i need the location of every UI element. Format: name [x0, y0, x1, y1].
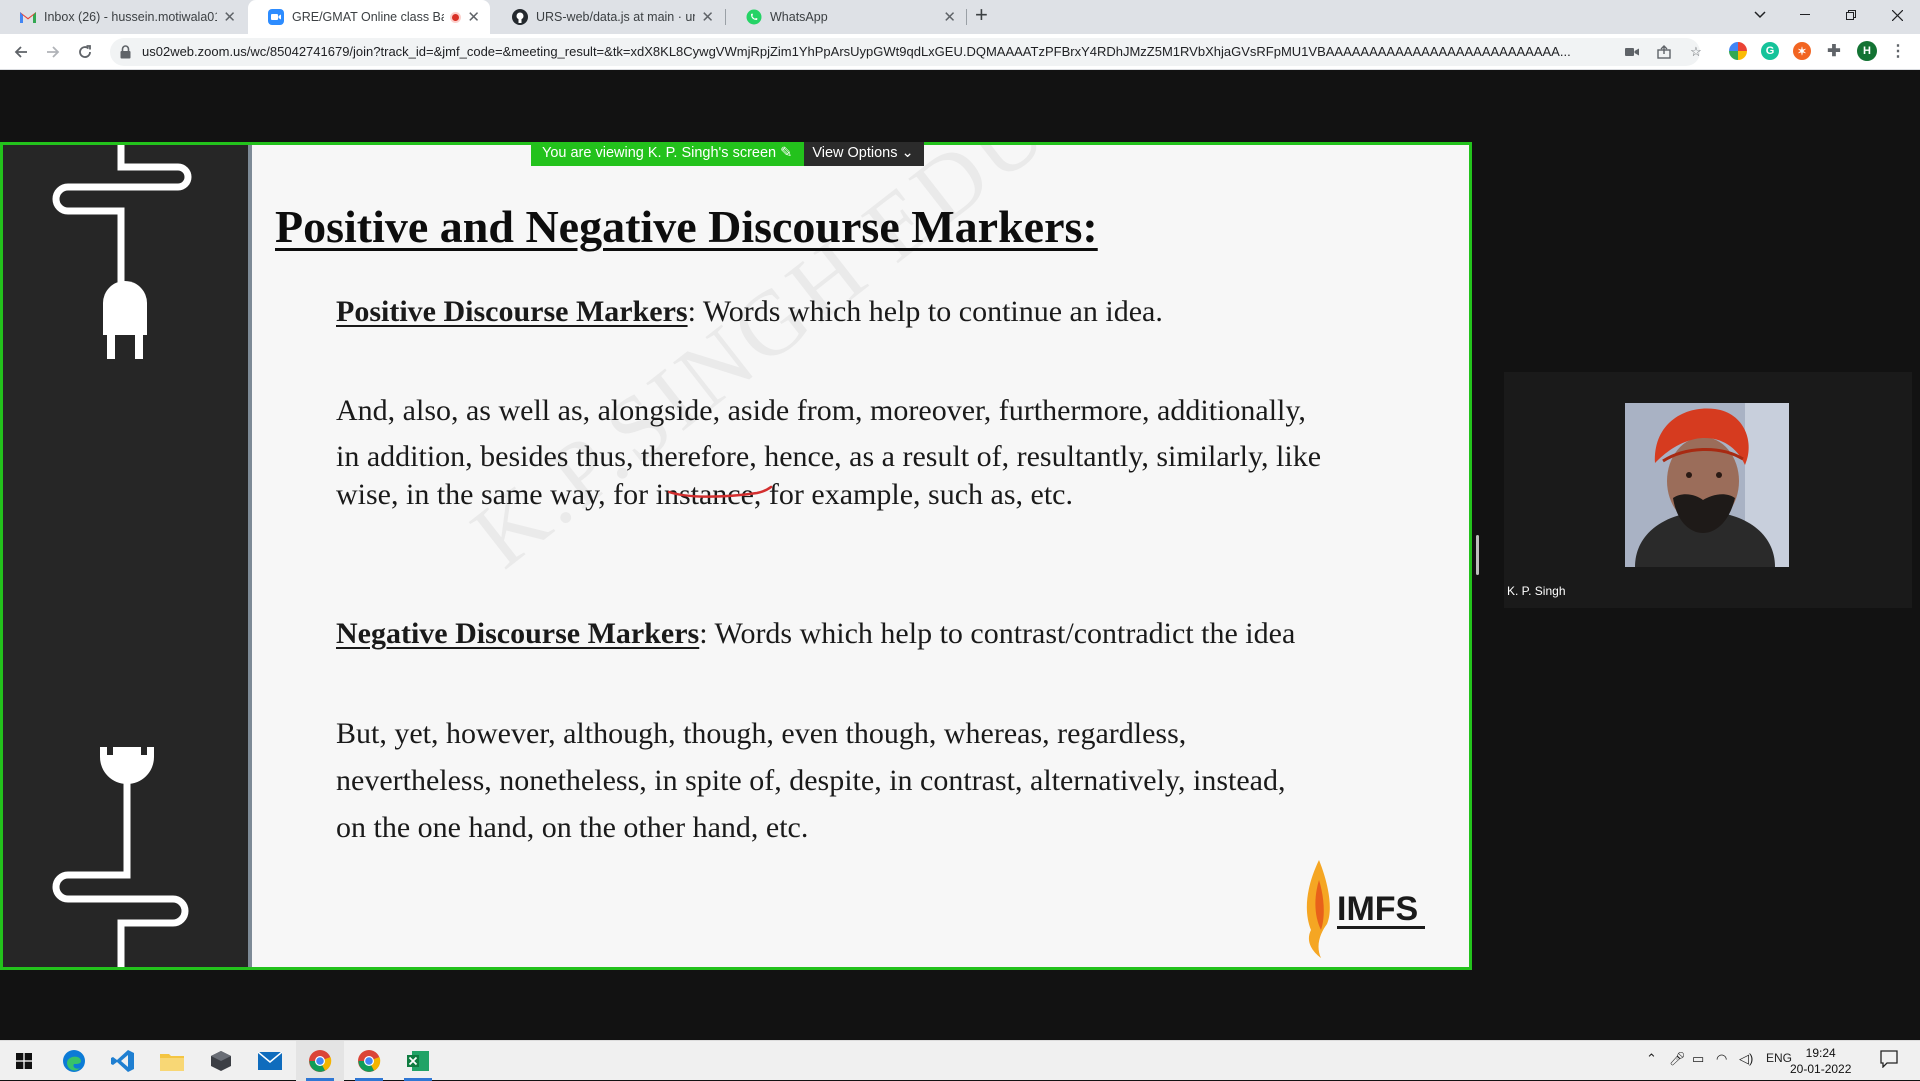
close-window-icon[interactable] [1874, 0, 1920, 30]
tab-title: WhatsApp [770, 10, 828, 24]
tab-title: URS-web/data.js at main · unirec [536, 10, 695, 24]
extension-orange-icon[interactable]: ✶ [1793, 42, 1811, 60]
participant-video[interactable] [1625, 403, 1789, 567]
positive-definition: Positive Discourse Markers: Words which … [336, 295, 1163, 329]
slide-title: Positive and Negative Discourse Markers: [275, 201, 1098, 252]
forward-arrow-icon[interactable] [42, 41, 64, 63]
clock-date: 20-01-2022 [1790, 1062, 1852, 1076]
tab-zoom[interactable]: GRE/GMAT Online class Batc ✕ [248, 0, 490, 34]
panel-resize-handle[interactable] [1476, 535, 1479, 575]
back-arrow-icon[interactable] [10, 41, 32, 63]
tab-search-chevron-icon[interactable] [1737, 0, 1783, 30]
viewing-screen-label: You are viewing K. P. Singh's screen ✎ [531, 142, 805, 166]
close-tab-icon[interactable]: ✕ [223, 8, 236, 26]
excel-icon[interactable] [394, 1041, 442, 1081]
viewing-screen-text: You are viewing K. P. Singh's screen [542, 145, 777, 161]
negative-definition: Negative Discourse Markers: Words which … [336, 617, 1295, 651]
chrome-icon[interactable] [296, 1041, 344, 1081]
participant-portrait [1625, 403, 1789, 567]
bookmark-star-icon[interactable]: ☆ [1688, 44, 1704, 60]
pin-icon: ✎ [780, 145, 793, 161]
positive-markers-list: And, also, as well as, alongside, aside … [336, 389, 1376, 517]
negative-markers-list: But, yet, however, although, though, eve… [336, 710, 1376, 851]
red-underline-annotation [667, 485, 773, 498]
plug-socket-illustration [52, 145, 192, 967]
positive-line: wise, in the same way, for instance, for… [336, 478, 1073, 511]
negative-line: nevertheless, nonetheless, in spite of, … [336, 764, 1286, 797]
chrome-profile-icon[interactable] [345, 1041, 393, 1081]
view-options-label: View Options [812, 145, 898, 161]
new-tab-plus-icon[interactable]: + [975, 2, 988, 28]
restore-window-icon[interactable] [1828, 0, 1874, 30]
negative-term: Negative Discourse Markers [336, 617, 700, 650]
url-text[interactable]: us02web.zoom.us/wc/85042741679/join?trac… [142, 44, 1622, 59]
logo-wordmark: IMFS [1337, 890, 1418, 928]
view-options-button[interactable]: View Options ⌄ [804, 142, 924, 166]
negative-line: But, yet, however, although, though, eve… [336, 717, 1187, 750]
gmail-icon [20, 9, 36, 25]
chevron-down-icon: ⌄ [901, 145, 914, 161]
file-explorer-icon[interactable] [148, 1041, 196, 1081]
camera-icon[interactable] [1624, 44, 1640, 60]
close-tab-icon[interactable]: ✕ [467, 8, 480, 26]
participant-name: K. P. Singh [1507, 584, 1566, 598]
screen-share-banner: You are viewing K. P. Singh's screen ✎ V… [531, 142, 924, 166]
browser-toolbar: us02web.zoom.us/wc/85042741679/join?trac… [0, 34, 1920, 70]
slide-side-panel [3, 145, 248, 967]
extensions-puzzle-icon[interactable]: ✚ [1825, 42, 1843, 60]
profile-avatar[interactable]: H [1857, 41, 1877, 61]
negative-definition-text: : Words which help to contrast/contradic… [699, 617, 1296, 650]
tab-whatsapp[interactable]: WhatsApp ✕ [726, 0, 966, 34]
browser-tab-strip: Inbox (26) - hussein.motiwala01@ ✕ GRE/G… [0, 0, 1920, 34]
github-icon [512, 9, 528, 25]
imfs-logo: IMFS [1301, 860, 1431, 960]
tab-separator [966, 9, 967, 25]
grammarly-icon[interactable]: G [1761, 42, 1779, 60]
minimize-window-icon[interactable] [1782, 0, 1828, 30]
tab-title: GRE/GMAT Online class Batc [292, 10, 445, 24]
edge-browser-icon[interactable] [50, 1041, 98, 1081]
tab-title: Inbox (26) - hussein.motiwala01@ [44, 10, 218, 24]
reload-icon[interactable] [74, 41, 96, 63]
tray-chevron-up-icon[interactable]: ⌃ [1646, 1051, 1657, 1067]
microphone-icon[interactable]: 🎤︎ [1669, 1051, 1686, 1067]
windows-start-icon[interactable] [0, 1041, 48, 1081]
address-bar[interactable]: us02web.zoom.us/wc/85042741679/join?trac… [110, 38, 1702, 66]
negative-line: on the one hand, on the other hand, etc. [336, 811, 809, 844]
language-indicator[interactable]: ENG [1766, 1051, 1792, 1065]
close-tab-icon[interactable]: ✕ [943, 8, 956, 26]
positive-line: And, also, as well as, alongside, aside … [336, 394, 1306, 427]
vscode-icon[interactable] [99, 1041, 147, 1081]
mail-icon[interactable] [246, 1041, 294, 1081]
tab-github[interactable]: URS-web/data.js at main · unirec ✕ [492, 0, 724, 34]
positive-term: Positive Discourse Markers [336, 295, 688, 328]
windows-taskbar: ⌃ 🎤︎ ▭ ◠ ◁) ENG 19:24 20-01-2022 [0, 1040, 1920, 1081]
share-icon[interactable] [1656, 44, 1672, 60]
close-tab-icon[interactable]: ✕ [701, 8, 714, 26]
tab-gmail[interactable]: Inbox (26) - hussein.motiwala01@ ✕ [0, 0, 246, 34]
cube-app-icon[interactable] [197, 1041, 245, 1081]
wifi-icon[interactable]: ◠ [1716, 1051, 1727, 1067]
extension-color-icon[interactable] [1729, 42, 1747, 60]
recording-indicator-icon [450, 11, 462, 23]
whatsapp-icon [746, 9, 762, 25]
notification-icon[interactable] [1880, 1050, 1898, 1071]
clock-time: 19:24 [1805, 1046, 1836, 1060]
participant-video-panel: K. P. Singh [1504, 372, 1912, 608]
zoom-icon [268, 9, 284, 25]
lock-icon[interactable] [120, 45, 131, 64]
speaker-icon[interactable]: ◁) [1739, 1051, 1753, 1067]
more-menu-icon[interactable]: ⋮ [1889, 42, 1907, 60]
shared-screen: K.P.SINGH EDUCATION SERVICES PVT. LTD. P… [0, 142, 1472, 970]
positive-definition-text: : Words which help to continue an idea. [687, 295, 1163, 328]
battery-icon[interactable]: ▭ [1692, 1051, 1704, 1067]
system-clock[interactable]: 19:24 20-01-2022 [1790, 1045, 1851, 1077]
